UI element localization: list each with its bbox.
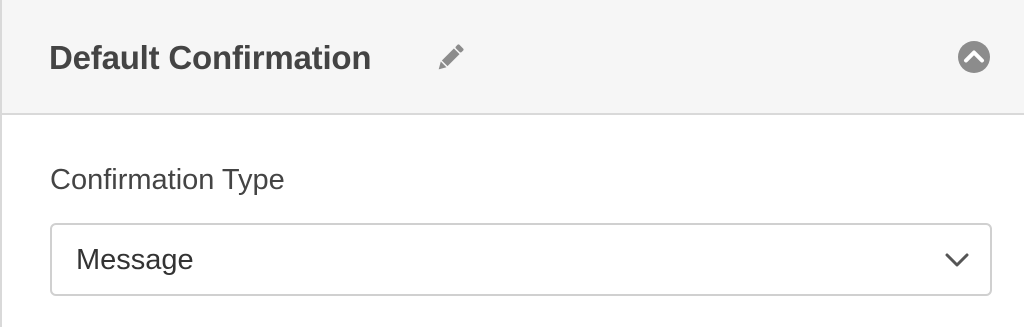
chevron-up-circle-icon[interactable] [957,40,991,74]
chevron-down-icon [945,253,969,267]
panel-title: Default Confirmation [49,39,372,76]
confirmation-type-select[interactable]: Message [50,223,992,296]
confirmation-panel: Default Confirmation Confirmation Type M… [0,0,1024,327]
confirmation-type-label: Confirmation Type [50,164,285,196]
panel-header[interactable]: Default Confirmation [2,0,1024,115]
pencil-icon[interactable] [433,41,467,75]
confirmation-type-value: Message [76,244,194,276]
